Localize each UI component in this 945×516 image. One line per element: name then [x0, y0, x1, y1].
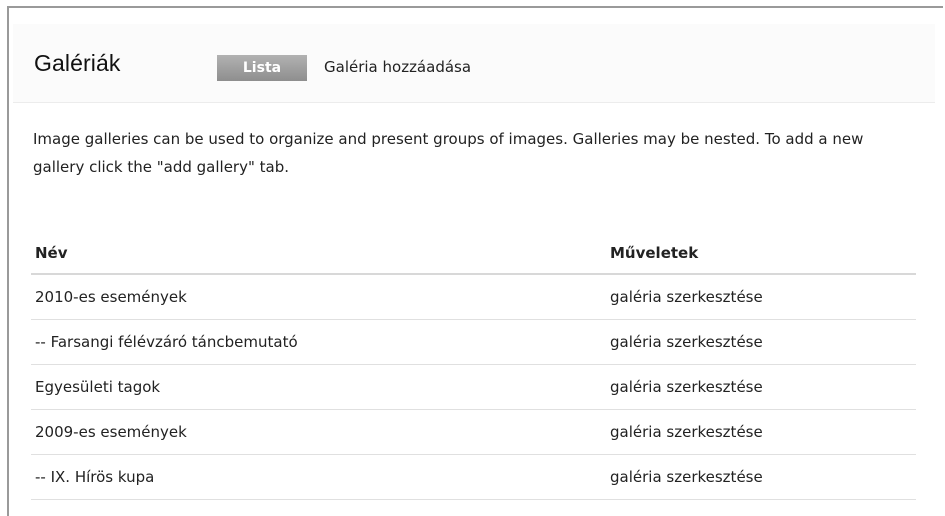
gallery-name: -- Farsangi félévzáró táncbemutató	[31, 319, 606, 365]
tab-add-gallery[interactable]: Galéria hozzáadása	[324, 58, 471, 76]
table-row: Egyesületi tagok galéria szerkesztése	[31, 364, 916, 410]
gallery-name: 2009-es események	[31, 409, 606, 455]
column-header-operations: Műveletek	[606, 232, 916, 275]
gallery-name: Egyesületi tagok	[31, 364, 606, 410]
table-row: 2010-es események galéria szerkesztése	[31, 274, 916, 320]
edit-gallery-link[interactable]: galéria szerkesztése	[606, 409, 916, 455]
page-description: Image galleries can be used to organize …	[33, 130, 864, 176]
edit-gallery-link[interactable]: galéria szerkesztése	[606, 454, 916, 500]
table-row: 2009-es események galéria szerkesztése	[31, 409, 916, 455]
gallery-name: 2010-es események	[31, 274, 606, 320]
gallery-name: -- IX. Hírös kupa	[31, 454, 606, 500]
table-header-row: Név Műveletek	[31, 232, 916, 275]
table-row: -- Farsangi félévzáró táncbemutató galér…	[31, 319, 916, 365]
edit-gallery-link[interactable]: galéria szerkesztése	[606, 319, 916, 365]
tab-lista[interactable]: Lista	[217, 55, 307, 81]
gallery-table: Név Műveletek 2010-es események galéria …	[31, 232, 916, 500]
table-row: -- IX. Hírös kupa galéria szerkesztése	[31, 454, 916, 500]
header-bar	[13, 24, 935, 103]
edit-gallery-link[interactable]: galéria szerkesztése	[606, 274, 916, 320]
page-title: Galériák	[34, 50, 121, 76]
column-header-name: Név	[31, 232, 606, 275]
edit-gallery-link[interactable]: galéria szerkesztése	[606, 364, 916, 410]
